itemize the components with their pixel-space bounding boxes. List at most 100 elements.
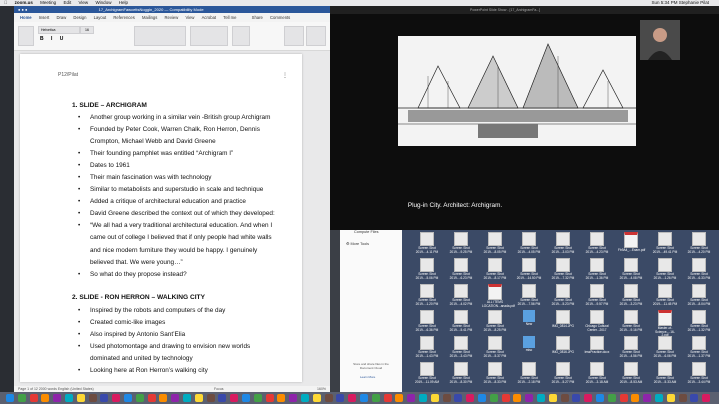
learn-more-link[interactable]: Learn More: [360, 375, 375, 379]
dock-app-icon[interactable]: [206, 394, 215, 402]
dock-app-icon[interactable]: [6, 394, 14, 402]
tab-references[interactable]: References: [113, 15, 134, 20]
dock-app-icon[interactable]: [501, 394, 510, 402]
request-signatures-button[interactable]: [306, 26, 326, 46]
dock-app-icon[interactable]: [253, 394, 262, 402]
dock-app-icon[interactable]: [88, 394, 97, 402]
dock-app-icon[interactable]: [41, 394, 50, 402]
desktop-file[interactable]: Screen Shot 2019-...6.06 PM: [652, 336, 678, 358]
dock-app-icon[interactable]: [572, 394, 581, 402]
more-options-icon[interactable]: ⋮: [282, 72, 288, 79]
desktop-file[interactable]: Screen Shot 2019-...8.05 PM: [482, 232, 508, 254]
dock-app-icon[interactable]: [655, 394, 663, 402]
desktop-file[interactable]: Screen Shot 2019-...8.04 PM: [686, 284, 712, 306]
dock-app-icon[interactable]: [419, 394, 427, 402]
desktop-file[interactable]: Screen Shot 2019-...1.43 PM: [414, 336, 440, 358]
desktop-file[interactable]: Screen Shot 2019-...6.33 PM: [686, 258, 712, 280]
dock-app-icon[interactable]: [336, 394, 345, 402]
dock-app-icon[interactable]: [171, 394, 180, 402]
dock-app-icon[interactable]: [619, 394, 628, 402]
desktop-file[interactable]: Screen Shot 2019-...5.41 PM: [448, 310, 474, 332]
desktop-file[interactable]: Screen Shot 2019-...6.36 PM: [414, 310, 440, 332]
dock-app-icon[interactable]: [596, 394, 604, 402]
dock-app-icon[interactable]: [702, 394, 711, 402]
desktop-file[interactable]: Screen Shot 2019-...2.18 PM: [516, 362, 542, 384]
desktop-file[interactable]: Screen Shot 2019-...4.11 PM: [414, 232, 440, 254]
menu-item-view[interactable]: View: [78, 0, 88, 5]
desktop-file[interactable]: Screen Shot 2019-...4.02 PM: [448, 284, 474, 306]
menu-item-edit[interactable]: Edit: [63, 0, 71, 5]
desktop-file[interactable]: Screen Shot 2019-...7.56 PM: [516, 284, 542, 306]
more-tools-item[interactable]: ⚙ More Tools: [346, 241, 369, 246]
dock-app-icon[interactable]: [678, 394, 687, 402]
menu-item-help[interactable]: Help: [119, 0, 128, 5]
dock-app-icon[interactable]: [230, 394, 239, 402]
desktop-file[interactable]: Screen Shot 2019-...7.32 PM: [550, 258, 576, 280]
desktop-file[interactable]: Screen Shot 2019-...5.06 PM: [414, 258, 440, 280]
desktop-file[interactable]: Screen Shot 2019-...3.18 AM: [584, 362, 610, 384]
desktop-file[interactable]: Screen Shot 2019-...1.26 PM: [652, 258, 678, 280]
window-controls[interactable]: ● ● ●: [18, 7, 27, 12]
dock-app-icon[interactable]: [53, 394, 62, 402]
menu-app-name[interactable]: zoom.us: [15, 0, 33, 5]
desktop-file[interactable]: Screen Shot 2019-...9.16 PM: [618, 310, 644, 332]
video-self-view[interactable]: [640, 20, 680, 60]
dock-app-icon[interactable]: [466, 394, 475, 402]
desktop-file[interactable]: Fb9A4_...Exam.pdf: [618, 232, 645, 253]
desktop-file[interactable]: Screen Shot 2019-...1.36 PM: [584, 258, 610, 280]
dock-app-icon[interactable]: [548, 394, 557, 402]
tab-mailings[interactable]: Mailings: [142, 15, 157, 20]
dock-app-icon[interactable]: [395, 394, 404, 402]
desktop-file[interactable]: lessPractice.docx: [584, 336, 610, 355]
desktop-file[interactable]: Screen Shot 2019-...14.50 PM: [516, 258, 542, 280]
desktop-file[interactable]: Screen Shot 2019-...8.33 PM: [482, 362, 508, 384]
desktop-file[interactable]: IMG_0816.JPG: [550, 336, 576, 355]
dock-app-icon[interactable]: [135, 394, 144, 402]
dock-app-icon[interactable]: [324, 394, 333, 402]
tab-design[interactable]: Design: [73, 15, 86, 20]
desktop-file[interactable]: Screen Shot 2019-...3.44 PM: [686, 362, 712, 384]
desktop-file[interactable]: Screen Shot 2019-...4.56 PM: [618, 336, 644, 358]
desktop-file[interactable]: ALL ITEMS LOCATION...anada.pdf: [482, 284, 515, 308]
dock-app-icon[interactable]: [159, 394, 168, 402]
dock-app-icon[interactable]: [100, 394, 109, 402]
desktop-file[interactable]: Master-of-Science-...16-2.pdf: [652, 310, 678, 338]
dock-app-icon[interactable]: [17, 394, 26, 402]
tell-me-search[interactable]: Tell me: [223, 15, 236, 20]
dock-app-icon[interactable]: [242, 394, 250, 402]
dock-app-icon[interactable]: [277, 394, 286, 402]
dock-app-icon[interactable]: [525, 394, 534, 402]
tab-insert[interactable]: Insert: [39, 15, 49, 20]
apple-icon[interactable]: : [4, 0, 7, 5]
format-buttons[interactable]: B I U: [40, 36, 66, 42]
dock-app-icon[interactable]: [643, 394, 652, 402]
desktop-file[interactable]: Screen Shot 2019-...4.23 PM: [584, 232, 610, 254]
desktop-file[interactable]: IMG_0814.JPG: [550, 310, 576, 329]
desktop-file[interactable]: Screen Shot 2019-...1.32 PM: [686, 310, 712, 332]
desktop-file[interactable]: misc: [516, 336, 542, 353]
dock-app-icon[interactable]: [584, 394, 593, 402]
font-size-select[interactable]: 16: [80, 26, 94, 34]
dock-app-icon[interactable]: [537, 394, 545, 402]
desktop-file[interactable]: Screen Shot 2019-...3.03 PM: [550, 232, 576, 254]
tab-home[interactable]: Home: [20, 15, 32, 20]
desktop-file[interactable]: Screen Shot 2019-...8.30 PM: [448, 362, 474, 384]
dock-app-icon[interactable]: [407, 394, 416, 402]
desktop-file[interactable]: Screen Shot 2019-...5.27 PM: [550, 362, 576, 384]
dock-app-icon[interactable]: [218, 394, 227, 402]
desktop-file[interactable]: Screen Shot 2019-...8.53 AM: [618, 362, 644, 384]
desktop-file[interactable]: Screen Shot 2019-...5.33 AM: [652, 362, 678, 384]
dock-app-icon[interactable]: [194, 394, 203, 402]
dock-app-icon[interactable]: [360, 394, 368, 402]
desktop-file[interactable]: Screen Shot 2019-...11.09 AM: [414, 362, 440, 384]
desktop-file[interactable]: Screen Shot 2019-...4.20 PM: [686, 232, 712, 254]
desktop-file[interactable]: Screen Shot 2019-...9.57 PM: [584, 284, 610, 306]
dock-app-icon[interactable]: [265, 394, 274, 402]
dock-app-icon[interactable]: [289, 394, 298, 402]
desktop-file[interactable]: Screen Shot 2019-...5.23 PM: [550, 284, 576, 306]
dock-app-icon[interactable]: [348, 394, 357, 402]
dock-app-icon[interactable]: [76, 394, 85, 402]
desktop-file[interactable]: Screen Shot 2019-...3.43 PM: [448, 336, 474, 358]
tab-draw[interactable]: Draw: [56, 15, 66, 20]
desktop-file[interactable]: Chicago Cultural Center...2017: [584, 310, 610, 332]
